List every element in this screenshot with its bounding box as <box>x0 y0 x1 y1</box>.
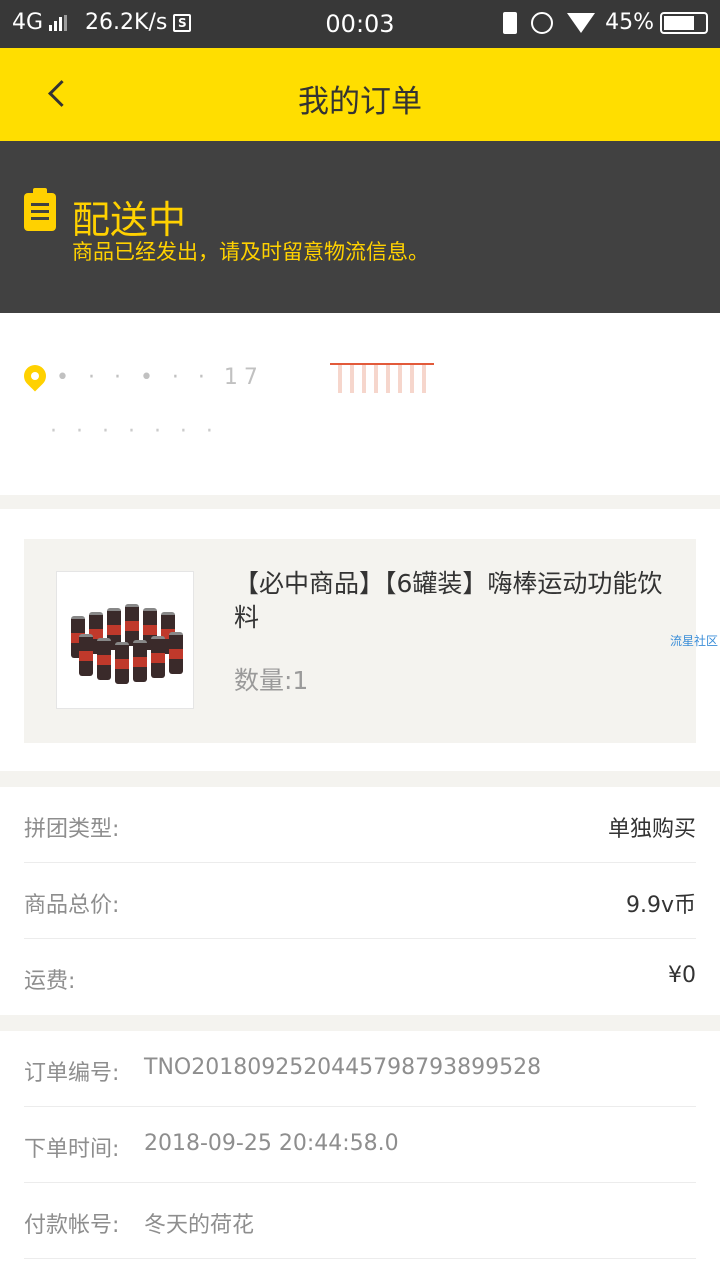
alarm-icon <box>531 11 554 34</box>
info-label: 付款帐号: <box>24 1213 120 1238</box>
product-card[interactable]: 【必中商品】【6罐装】嗨棒运动功能饮料 数量:1 <box>24 539 696 743</box>
battery-percent: 45% <box>605 10 654 35</box>
product-quantity: 数量:1 <box>234 666 309 695</box>
price-info-block: 拼团类型: 单独购买 商品总价: 9.9v币 运费: ¥0 <box>0 787 720 1015</box>
wifi-icon <box>567 12 596 33</box>
info-label: 拼团类型: <box>24 817 120 842</box>
location-pin-icon <box>19 360 51 392</box>
product-image <box>56 571 194 709</box>
info-label: 下单时间: <box>24 1137 120 1162</box>
order-status-panel: 配送中 商品已经发出，请及时留意物流信息。 <box>0 141 720 313</box>
info-label: 订单编号: <box>24 1061 120 1086</box>
header-bar: 我的订单 <box>0 48 720 141</box>
order-info-block: 订单编号: TNO20180925204457987938995​28 下单时间… <box>0 1031 720 1280</box>
info-row-order-time: 下单时间: 2018-09-25 20:44:58.0 <box>24 1107 696 1183</box>
battery-icon <box>660 11 708 34</box>
shipping-address[interactable]: • · · • · · 17 · · · · · · · <box>0 313 720 495</box>
info-row-order-number: 订单编号: TNO20180925204457987938995​28 <box>24 1031 696 1107</box>
info-row-total-price: 商品总价: 9.9v币 <box>24 863 696 939</box>
address-line-1: • · · • · · 17 <box>56 365 264 390</box>
info-label: 商品总价: <box>24 893 120 918</box>
battery-saver-icon <box>503 11 518 34</box>
info-value: 9.9v币 <box>625 893 696 918</box>
info-value: 单独购买 <box>607 817 696 842</box>
product-name: 【必中商品】【6罐装】嗨棒运动功能饮料 <box>234 569 663 632</box>
page-title: 我的订单 <box>298 84 422 120</box>
info-row-shipping-fee: 运费: ¥0 <box>24 939 696 1015</box>
info-row-payment-account: 付款帐号: 冬天的荷花 <box>24 1183 696 1259</box>
payment-account: 冬天的荷花 <box>144 1213 255 1238</box>
order-number[interactable]: TNO20180925204457987938995​28 <box>144 1055 541 1080</box>
order-status-description: 商品已经发出，请及时留意物流信息。 <box>72 240 429 264</box>
info-label: 运费: <box>24 969 76 994</box>
order-time: 2018-09-25 20:44:58.0 <box>144 1131 399 1156</box>
redacted-text <box>330 363 434 393</box>
info-row-group-type: 拼团类型: 单独购买 <box>24 787 696 863</box>
address-line-2: · · · · · · · <box>50 419 219 444</box>
clipboard-icon <box>24 188 56 231</box>
watermark-text: 流星社区 <box>670 634 719 648</box>
status-bar: 4G 26.2K/s S 00:03 45% <box>0 0 720 48</box>
info-value: ¥0 <box>668 963 696 988</box>
product-section: 【必中商品】【6罐装】嗨棒运动功能饮料 数量:1 <box>0 509 720 771</box>
